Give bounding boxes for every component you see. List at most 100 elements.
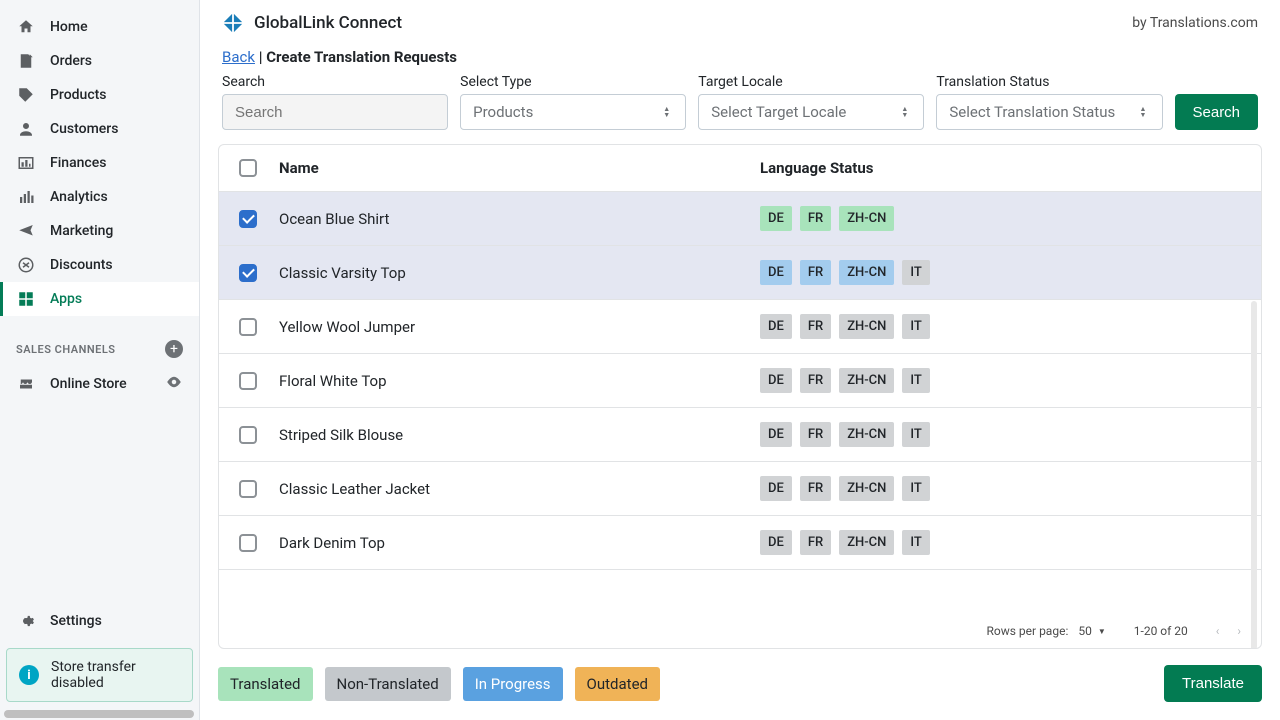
chevron-updown-icon: ▲▼ (1140, 106, 1150, 118)
translate-button[interactable]: Translate (1164, 665, 1262, 702)
table-row[interactable]: Striped Silk BlouseDEFRZH-CNIT (219, 408, 1261, 462)
rows-per-page-label: Rows per page: (987, 624, 1069, 638)
nav-icon (16, 119, 36, 139)
store-icon (16, 374, 36, 394)
row-checkbox[interactable] (239, 426, 257, 444)
locale-badge: DE (760, 422, 792, 447)
locale-badge: ZH-CN (839, 260, 894, 285)
breadcrumb-back-link[interactable]: Back (222, 48, 255, 66)
locale-select[interactable]: Select Target Locale▲▼ (698, 94, 924, 130)
legend-non-translated: Non-Translated (325, 667, 451, 701)
nav-label: Customers (50, 121, 118, 137)
nav-icon (16, 187, 36, 207)
language-status: DEFRZH-CNIT (760, 260, 1241, 285)
table-row[interactable]: Ocean Blue ShirtDEFRZH-CN (219, 192, 1261, 246)
locale-label: Target Locale (698, 74, 924, 90)
row-checkbox[interactable] (239, 264, 257, 282)
sidebar-item-products[interactable]: Products (0, 78, 199, 112)
main-content: GlobalLink Connect by Translations.com B… (200, 0, 1280, 720)
online-store-label: Online Store (50, 376, 127, 392)
language-status: DEFRZH-CNIT (760, 368, 1241, 393)
gear-icon (16, 611, 36, 631)
locale-badge: ZH-CN (839, 206, 894, 231)
nav-icon (16, 153, 36, 173)
view-icon[interactable] (165, 373, 183, 395)
breadcrumb-current: Create Translation Requests (266, 48, 457, 66)
sidebar-item-orders[interactable]: Orders (0, 44, 199, 78)
language-status: DE FR ZH-CN IT (760, 314, 1241, 339)
transfer-banner: i Store transfer disabled (6, 648, 193, 702)
table-row[interactable]: Dark Denim TopDEFRZH-CNIT (219, 516, 1261, 570)
sidebar-item-analytics[interactable]: Analytics (0, 180, 199, 214)
row-checkbox[interactable] (239, 210, 257, 228)
nav-label: Orders (50, 53, 92, 69)
locale-badge: ZH-CN (839, 314, 894, 339)
topbar: GlobalLink Connect by Translations.com (218, 0, 1262, 44)
locale-badge: DE (760, 368, 792, 393)
locale-badge: FR (800, 314, 831, 339)
locale-badge: FR (800, 530, 831, 555)
sidebar-item-customers[interactable]: Customers (0, 112, 199, 146)
rows-per-page-select[interactable]: 50▼ (1078, 624, 1105, 638)
locale-badge: DE (760, 476, 792, 501)
table-row[interactable]: Classic Leather JacketDEFRZH-CNIT (219, 462, 1261, 516)
type-select[interactable]: Products▲▼ (460, 94, 686, 130)
row-checkbox[interactable] (239, 372, 257, 390)
sidebar-item-apps[interactable]: Apps (0, 282, 199, 316)
products-table: Name Language Status Ocean Blue ShirtDEF… (218, 144, 1262, 649)
locale-badge: DE (760, 314, 792, 339)
locale-badge: FR (800, 368, 831, 393)
legend-in-progress: In Progress (463, 667, 563, 701)
sidebar-item-settings[interactable]: Settings (0, 604, 199, 638)
table-row[interactable]: Classic Varsity TopDEFRZH-CNIT (219, 246, 1261, 300)
locale-badge: IT (902, 422, 929, 447)
legend-translated: Translated (218, 667, 313, 701)
prev-page-button[interactable]: ‹ (1216, 624, 1220, 638)
chevron-updown-icon: ▲▼ (901, 106, 911, 118)
search-label: Search (222, 74, 448, 90)
status-select[interactable]: Select Translation Status▲▼ (936, 94, 1162, 130)
add-channel-icon[interactable]: + (165, 340, 183, 358)
nav-icon (16, 17, 36, 37)
nav-label: Apps (50, 291, 82, 307)
nav-icon (16, 51, 36, 71)
locale-badge: ZH-CN (839, 368, 894, 393)
row-checkbox[interactable] (239, 534, 257, 552)
globallink-logo-icon (222, 12, 244, 34)
select-all-checkbox[interactable] (239, 159, 257, 177)
sidebar-item-finances[interactable]: Finances (0, 146, 199, 180)
locale-badge: DE (760, 260, 792, 285)
settings-label: Settings (50, 613, 102, 629)
banner-text: Store transfer disabled (51, 659, 180, 691)
sidebar-item-discounts[interactable]: Discounts (0, 248, 199, 282)
nav-label: Products (50, 87, 107, 103)
search-input[interactable] (222, 94, 448, 130)
table-row[interactable]: Floral White TopDEFRZH-CNIT (219, 354, 1261, 408)
sidebar-item-online-store[interactable]: Online Store (0, 366, 199, 402)
nav-label: Finances (50, 155, 106, 171)
language-status: DEFRZH-CN (760, 206, 1241, 231)
row-checkbox[interactable] (239, 318, 257, 336)
sidebar-item-marketing[interactable]: Marketing (0, 214, 199, 248)
column-header-lang[interactable]: Language Status (760, 159, 1241, 177)
table-footer: Rows per page: 50▼ 1-20 of 20 ‹ › (219, 614, 1261, 648)
locale-badge: IT (902, 314, 929, 339)
row-checkbox[interactable] (239, 480, 257, 498)
product-name: Dark Denim Top (279, 534, 760, 552)
column-header-name[interactable]: Name (279, 159, 760, 177)
horizontal-scrollbar[interactable] (4, 710, 194, 718)
table-scrollbar[interactable] (1251, 301, 1257, 649)
nav-label: Analytics (50, 189, 108, 205)
chevron-updown-icon: ▲▼ (663, 106, 673, 118)
sidebar-item-home[interactable]: Home (0, 10, 199, 44)
legend-outdated: Outdated (575, 667, 660, 701)
next-page-button[interactable]: › (1237, 624, 1241, 638)
nav-label: Discounts (50, 257, 113, 273)
table-row[interactable]: Yellow Wool JumperDEFRZH-CNIT (219, 300, 1261, 354)
locale-badge: IT (902, 530, 929, 555)
sidebar: Home Orders Products Customers Finances Analy… (0, 0, 200, 720)
status-legend: Translated Non-Translated In Progress Ou… (218, 667, 660, 701)
search-button[interactable]: Search (1175, 94, 1259, 130)
breadcrumb: Back | Create Translation Requests (218, 44, 1262, 74)
language-status: DEFRZH-CNIT (760, 422, 1241, 447)
